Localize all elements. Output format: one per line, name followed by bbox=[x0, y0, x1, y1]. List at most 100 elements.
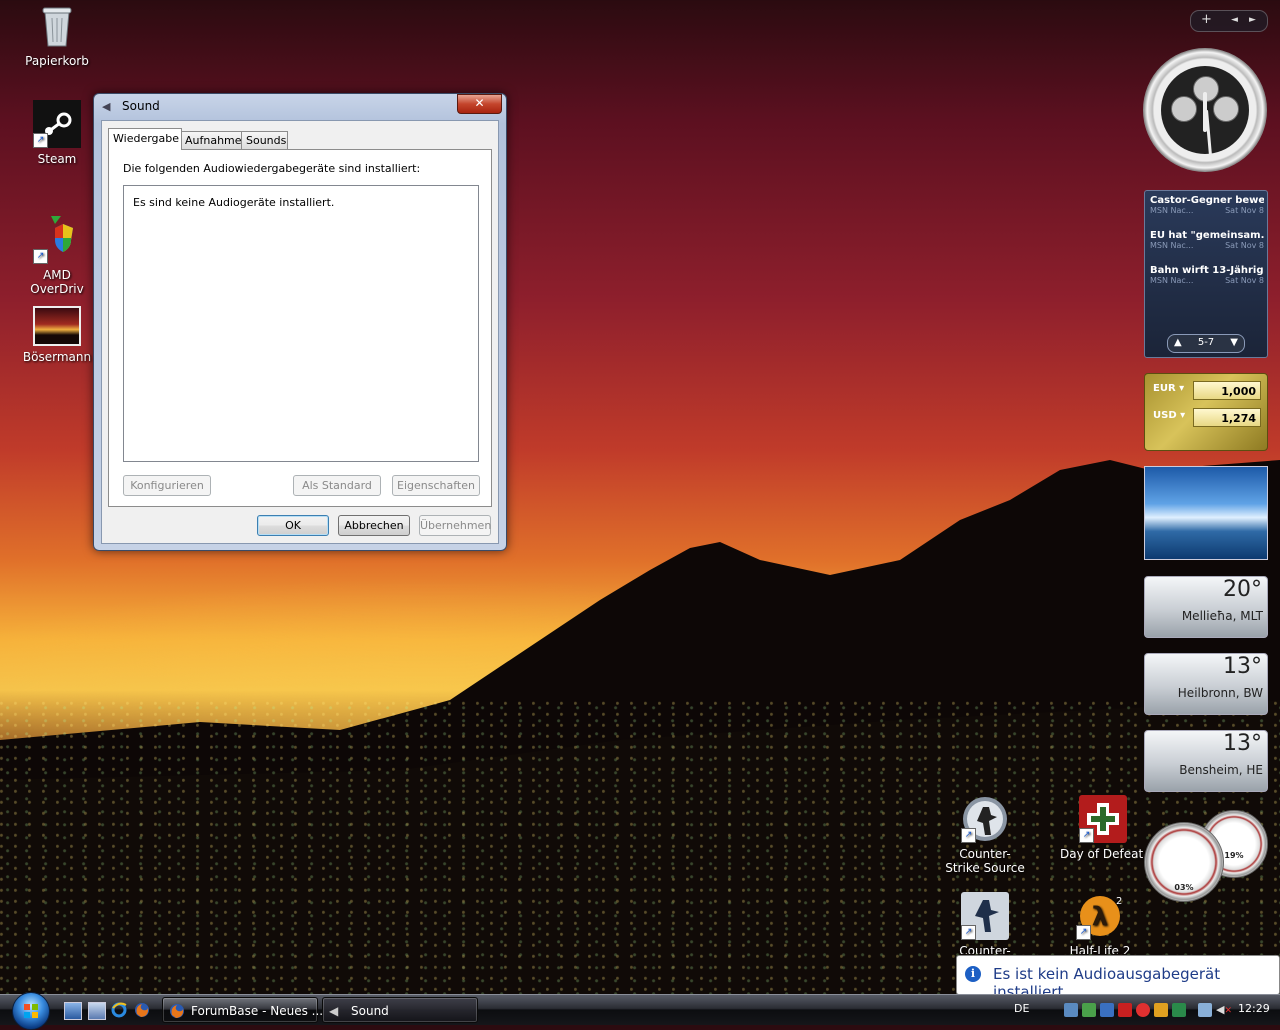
weather-location: Mellieħa, MLT bbox=[1181, 609, 1263, 623]
desktop-icon-recycle-bin[interactable]: Papierkorb bbox=[17, 2, 97, 68]
news-item[interactable]: EU hat "gemeinsam... MSN Nac... Sat Nov 8 bbox=[1150, 230, 1264, 250]
news-headline: EU hat "gemeinsam... bbox=[1150, 230, 1264, 241]
tray-app-icon[interactable] bbox=[1064, 1003, 1078, 1017]
tab-wiedergabe[interactable]: Wiedergabe bbox=[108, 128, 182, 150]
news-date: Sat Nov 8 bbox=[1225, 241, 1264, 250]
language-indicator[interactable]: DE bbox=[1014, 1002, 1029, 1015]
tray-volume-muted-icon[interactable]: ◀✕ bbox=[1216, 1003, 1232, 1017]
firefox-icon[interactable] bbox=[134, 1002, 150, 1018]
image-file-icon bbox=[33, 306, 81, 346]
desktop-icon-amd-overdrive[interactable]: ↗ AMD OverDriv bbox=[17, 216, 97, 296]
news-source: MSN Nac... bbox=[1150, 241, 1194, 250]
currency-code-eur[interactable]: EUR ▾ bbox=[1153, 383, 1184, 394]
cpu-meter-value: 03% bbox=[1174, 883, 1194, 892]
desktop-icon-bosermann[interactable]: Bösermann bbox=[17, 306, 97, 364]
shortcut-arrow-icon: ↗ bbox=[33, 249, 48, 264]
notification-balloon[interactable]: i Es ist kein Audioausgabegerät installi… bbox=[956, 955, 1280, 1001]
tray-app-icon[interactable] bbox=[1154, 1003, 1168, 1017]
speaker-icon: ◀ bbox=[102, 100, 111, 113]
currency-code-usd[interactable]: USD ▾ bbox=[1153, 410, 1185, 421]
taskbar-item-label: Sound bbox=[351, 1004, 389, 1018]
clock-subdial bbox=[1213, 96, 1239, 122]
svg-text:λ: λ bbox=[1092, 902, 1108, 932]
desktop-icon-half-life-2-lost-coast[interactable]: λ2 ↗ Half-Life 2 Lost bbox=[1060, 892, 1140, 954]
tray-network-icon[interactable] bbox=[1100, 1003, 1114, 1017]
properties-button[interactable]: Eigenschaften bbox=[392, 475, 480, 496]
ok-button[interactable]: OK bbox=[257, 515, 329, 536]
desktop-icon-label: Half-Life 2 Lost bbox=[1069, 944, 1131, 954]
internet-explorer-icon[interactable] bbox=[111, 1002, 127, 1018]
taskbar-item-sound[interactable]: ◀ Sound bbox=[322, 997, 478, 1023]
dialog-titlebar[interactable]: ◀ Sound ✕ bbox=[94, 94, 506, 118]
slideshow-gadget[interactable] bbox=[1144, 466, 1268, 560]
taskbar-item-label: ForumBase - Neues ... bbox=[191, 1004, 324, 1018]
switch-windows-icon[interactable] bbox=[88, 1002, 106, 1020]
playback-device-list[interactable]: Es sind keine Audiogeräte installiert. bbox=[123, 185, 479, 462]
desktop-icon-counter-strike[interactable]: ↗ Counter-Strike bbox=[945, 892, 1025, 954]
weather-gadget[interactable]: 20° Mellieħa, MLT bbox=[1144, 576, 1268, 638]
news-date: Sat Nov 8 bbox=[1225, 276, 1264, 285]
news-item[interactable]: Bahn wirft 13-Jährig... MSN Nac... Sat No… bbox=[1150, 265, 1264, 285]
sidebar-next-button[interactable]: ► bbox=[1249, 15, 1256, 25]
sound-dialog: ◀ Sound ✕ Wiedergabe Aufnahme Sounds Die… bbox=[93, 93, 507, 551]
desktop-icon-label: Day of Defeat Sour bbox=[1060, 847, 1146, 861]
desktop-icon-counter-strike-source[interactable]: ↗ Counter-Strike Source bbox=[945, 795, 1025, 875]
speaker-icon: ◀ bbox=[329, 1004, 339, 1018]
taskbar-clock[interactable]: 12:29 bbox=[1238, 1002, 1270, 1015]
tray-ati-icon[interactable] bbox=[1118, 1003, 1132, 1017]
amd-overdrive-icon: ↗ bbox=[33, 216, 81, 264]
currency-value-eur[interactable]: 1,000 bbox=[1193, 381, 1261, 400]
add-gadget-button[interactable]: + bbox=[1201, 12, 1212, 27]
tab-aufnahme[interactable]: Aufnahme bbox=[180, 131, 244, 149]
news-source: MSN Nac... bbox=[1150, 276, 1194, 285]
cpu-meter-gauge[interactable]: 03% bbox=[1144, 822, 1224, 902]
news-date: Sat Nov 8 bbox=[1225, 206, 1264, 215]
dialog-title: Sound bbox=[122, 99, 160, 113]
shortcut-arrow-icon: ↗ bbox=[1076, 925, 1091, 940]
configure-button[interactable]: Konfigurieren bbox=[123, 475, 211, 496]
show-desktop-icon[interactable] bbox=[64, 1002, 82, 1020]
weather-gadget[interactable]: 13° Bensheim, HE bbox=[1144, 730, 1268, 792]
tab-panel-wiedergabe: Die folgenden Audiowiedergabegeräte sind… bbox=[108, 149, 492, 507]
news-page-indicator: 5-7 bbox=[1197, 337, 1215, 348]
close-button[interactable]: ✕ bbox=[457, 94, 502, 114]
shortcut-arrow-icon: ↗ bbox=[961, 925, 976, 940]
apply-button[interactable]: Übernehmen bbox=[419, 515, 491, 536]
counter-strike-source-icon: ↗ bbox=[961, 795, 1009, 843]
tray-antivirus-icon[interactable] bbox=[1136, 1003, 1150, 1017]
news-feed-gadget[interactable]: Castor-Gegner bewe... MSN Nac... Sat Nov … bbox=[1144, 190, 1268, 358]
steam-icon: ↗ bbox=[33, 100, 81, 148]
empty-list-message: Es sind keine Audiogeräte installiert. bbox=[133, 196, 335, 209]
news-item[interactable]: Castor-Gegner bewe... MSN Nac... Sat Nov … bbox=[1150, 195, 1264, 215]
taskbar-item-forumbase[interactable]: ForumBase - Neues ... bbox=[162, 997, 323, 1023]
news-down-button[interactable]: ▼ bbox=[1230, 335, 1238, 351]
start-button[interactable] bbox=[12, 992, 50, 1030]
desktop-icon-day-of-defeat[interactable]: ↗ Day of Defeat Sour bbox=[1060, 795, 1146, 861]
shortcut-arrow-icon: ↗ bbox=[1079, 828, 1094, 843]
weather-location: Heilbronn, BW bbox=[1177, 686, 1263, 700]
clock-subdial bbox=[1171, 96, 1197, 122]
weather-gadget[interactable]: 13° Heilbronn, BW bbox=[1144, 653, 1268, 715]
currency-value-usd[interactable]: 1,274 bbox=[1193, 408, 1261, 427]
weather-temperature: 13° bbox=[1223, 654, 1262, 679]
taskbar: ForumBase - Neues ... ◀ Sound DE ◀✕ 12:2… bbox=[0, 992, 1280, 1030]
shortcut-arrow-icon: ↗ bbox=[961, 828, 976, 843]
weather-location: Bensheim, HE bbox=[1179, 763, 1263, 777]
news-pager: ▲ 5-7 ▼ bbox=[1167, 334, 1245, 353]
clock-gadget[interactable] bbox=[1143, 48, 1267, 172]
tray-app-icon[interactable] bbox=[1172, 1003, 1186, 1017]
tray-messenger-icon[interactable] bbox=[1082, 1003, 1096, 1017]
instruction-text: Die folgenden Audiowiedergabegeräte sind… bbox=[123, 162, 421, 175]
windows-logo-icon bbox=[24, 1004, 38, 1018]
desktop-icon-steam[interactable]: ↗ Steam bbox=[17, 100, 97, 166]
tray-network-connection-icon[interactable] bbox=[1198, 1003, 1212, 1017]
cancel-button[interactable]: Abbrechen bbox=[338, 515, 410, 536]
news-up-button[interactable]: ▲ bbox=[1174, 335, 1182, 351]
news-source: MSN Nac... bbox=[1150, 206, 1194, 215]
desktop-icon-label: AMD OverDriv bbox=[30, 268, 84, 296]
desktop-icon-label: Steam bbox=[37, 152, 77, 166]
tab-sounds[interactable]: Sounds bbox=[241, 131, 288, 149]
set-default-button[interactable]: Als Standard bbox=[293, 475, 381, 496]
news-headline: Bahn wirft 13-Jährig... bbox=[1150, 265, 1264, 276]
sidebar-prev-button[interactable]: ◄ bbox=[1231, 15, 1238, 25]
